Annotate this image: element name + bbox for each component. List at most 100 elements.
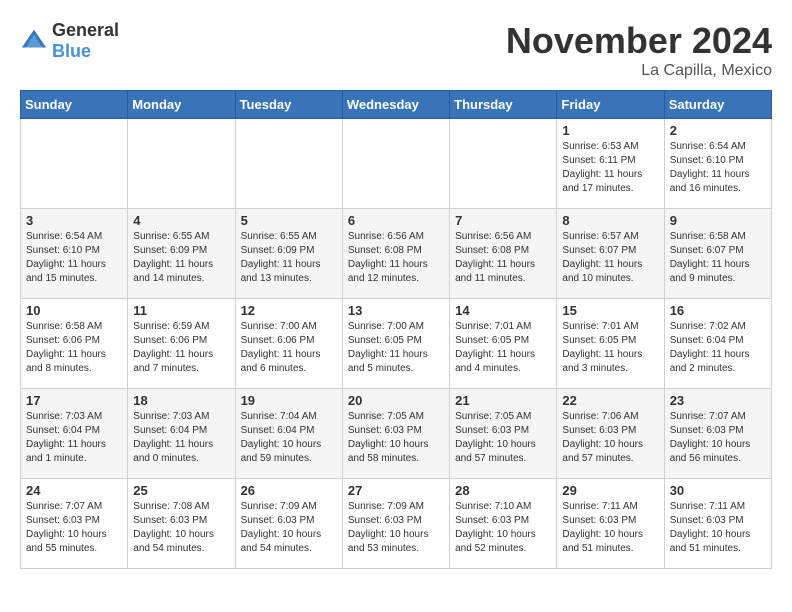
day-info: Sunrise: 7:09 AM Sunset: 6:03 PM Dayligh… — [241, 500, 337, 556]
week-row-1: 1Sunrise: 6:53 AM Sunset: 6:11 PM Daylig… — [21, 119, 772, 209]
day-info: Sunrise: 7:01 AM Sunset: 6:05 PM Dayligh… — [562, 320, 658, 376]
day-number: 19 — [241, 393, 337, 408]
calendar-cell: 11 Sunrise: 6:59 AM Sunset: 6:06 PM Dayli… — [128, 299, 235, 389]
day-info: Sunrise: 6:58 AM Sunset: 6:07 PM Dayligh… — [670, 230, 766, 286]
day-number: 17 — [26, 393, 122, 408]
calendar-cell: 18 Sunrise: 7:03 AM Sunset: 6:04 PM Dayli… — [128, 389, 235, 479]
day-number: 29 — [562, 483, 658, 498]
week-row-2: 3 Sunrise: 6:54 AM Sunset: 6:10 PM Daylig… — [21, 209, 772, 299]
day-number: 27 — [348, 483, 444, 498]
day-number: 6 — [348, 213, 444, 228]
header-row: SundayMondayTuesdayWednesdayThursdayFrid… — [21, 91, 772, 119]
calendar-cell — [450, 119, 557, 209]
day-info: Sunrise: 6:54 AM Sunset: 6:10 PM Dayligh… — [670, 140, 766, 196]
logo-blue: Blue — [52, 41, 91, 61]
logo-general: General — [52, 20, 119, 40]
location: La Capilla, Mexico — [506, 62, 772, 80]
day-info: Sunrise: 6:58 AM Sunset: 6:06 PM Dayligh… — [26, 320, 122, 376]
calendar-cell: 14 Sunrise: 7:01 AM Sunset: 6:05 PM Dayli… — [450, 299, 557, 389]
header-cell-saturday: Saturday — [664, 91, 771, 119]
day-number: 22 — [562, 393, 658, 408]
day-info: Sunrise: 7:03 AM Sunset: 6:04 PM Dayligh… — [133, 410, 229, 466]
day-info: Sunrise: 7:11 AM Sunset: 6:03 PM Dayligh… — [670, 500, 766, 556]
day-number: 2 — [670, 123, 766, 138]
logo-icon — [20, 27, 48, 55]
calendar-cell: 2 Sunrise: 6:54 AM Sunset: 6:10 PM Daylig… — [664, 119, 771, 209]
calendar-cell: 16Sunrise: 7:02 AM Sunset: 6:04 PM Dayli… — [664, 299, 771, 389]
day-info: Sunrise: 6:56 AM Sunset: 6:08 PM Dayligh… — [455, 230, 551, 286]
calendar-cell: 19 Sunrise: 7:04 AM Sunset: 6:04 PM Dayli… — [235, 389, 342, 479]
day-info: Sunrise: 7:04 AM Sunset: 6:04 PM Dayligh… — [241, 410, 337, 466]
calendar-cell: 21 Sunrise: 7:05 AM Sunset: 6:03 PM Dayli… — [450, 389, 557, 479]
calendar-cell: 8 Sunrise: 6:57 AM Sunset: 6:07 PM Daylig… — [557, 209, 664, 299]
calendar-table: SundayMondayTuesdayWednesdayThursdayFrid… — [20, 90, 772, 569]
title-block: November 2024 La Capilla, Mexico — [506, 20, 772, 80]
day-info: Sunrise: 7:05 AM Sunset: 6:03 PM Dayligh… — [348, 410, 444, 466]
header-cell-wednesday: Wednesday — [342, 91, 449, 119]
day-number: 26 — [241, 483, 337, 498]
day-number: 4 — [133, 213, 229, 228]
calendar-cell: 23 Sunrise: 7:07 AM Sunset: 6:03 PM Dayli… — [664, 389, 771, 479]
day-info: Sunrise: 7:06 AM Sunset: 6:03 PM Dayligh… — [562, 410, 658, 466]
calendar-cell: 27 Sunrise: 7:09 AM Sunset: 6:03 PM Dayli… — [342, 479, 449, 569]
calendar-cell: 25Sunrise: 7:08 AM Sunset: 6:03 PM Dayli… — [128, 479, 235, 569]
day-info: Sunrise: 7:08 AM Sunset: 6:03 PM Dayligh… — [133, 500, 229, 556]
day-number: 5 — [241, 213, 337, 228]
calendar-cell: 15 Sunrise: 7:01 AM Sunset: 6:05 PM Dayli… — [557, 299, 664, 389]
day-info: Sunrise: 6:56 AM Sunset: 6:08 PM Dayligh… — [348, 230, 444, 286]
day-info: Sunrise: 6:57 AM Sunset: 6:07 PM Dayligh… — [562, 230, 658, 286]
week-row-4: 17 Sunrise: 7:03 AM Sunset: 6:04 PM Dayli… — [21, 389, 772, 479]
calendar-cell: 13 Sunrise: 7:00 AM Sunset: 6:05 PM Dayli… — [342, 299, 449, 389]
header-cell-sunday: Sunday — [21, 91, 128, 119]
calendar-cell: 10Sunrise: 6:58 AM Sunset: 6:06 PM Dayli… — [21, 299, 128, 389]
day-number: 15 — [562, 303, 658, 318]
calendar-cell — [235, 119, 342, 209]
day-number: 23 — [670, 393, 766, 408]
day-info: Sunrise: 7:00 AM Sunset: 6:05 PM Dayligh… — [348, 320, 444, 376]
day-number: 7 — [455, 213, 551, 228]
day-number: 3 — [26, 213, 122, 228]
day-info: Sunrise: 6:59 AM Sunset: 6:06 PM Dayligh… — [133, 320, 229, 376]
day-number: 9 — [670, 213, 766, 228]
header-cell-friday: Friday — [557, 91, 664, 119]
day-number: 11 — [133, 303, 229, 318]
logo: General Blue — [20, 20, 119, 62]
day-info: Sunrise: 7:05 AM Sunset: 6:03 PM Dayligh… — [455, 410, 551, 466]
calendar-cell: 9 Sunrise: 6:58 AM Sunset: 6:07 PM Daylig… — [664, 209, 771, 299]
calendar-cell — [128, 119, 235, 209]
calendar-cell: 26 Sunrise: 7:09 AM Sunset: 6:03 PM Dayli… — [235, 479, 342, 569]
day-number: 30 — [670, 483, 766, 498]
calendar-cell: 20Sunrise: 7:05 AM Sunset: 6:03 PM Dayli… — [342, 389, 449, 479]
day-number: 24 — [26, 483, 122, 498]
day-number: 8 — [562, 213, 658, 228]
day-number: 28 — [455, 483, 551, 498]
header-cell-thursday: Thursday — [450, 91, 557, 119]
day-info: Sunrise: 7:09 AM Sunset: 6:03 PM Dayligh… — [348, 500, 444, 556]
day-info: Sunrise: 7:10 AM Sunset: 6:03 PM Dayligh… — [455, 500, 551, 556]
day-info: Sunrise: 7:01 AM Sunset: 6:05 PM Dayligh… — [455, 320, 551, 376]
day-number: 12 — [241, 303, 337, 318]
calendar-cell: 28 Sunrise: 7:10 AM Sunset: 6:03 PM Dayli… — [450, 479, 557, 569]
calendar-cell: 22 Sunrise: 7:06 AM Sunset: 6:03 PM Dayli… — [557, 389, 664, 479]
day-info: Sunrise: 6:53 AM Sunset: 6:11 PM Dayligh… — [562, 140, 658, 196]
day-number: 21 — [455, 393, 551, 408]
month-title: November 2024 — [506, 20, 772, 62]
day-info: Sunrise: 7:00 AM Sunset: 6:06 PM Dayligh… — [241, 320, 337, 376]
calendar-header: SundayMondayTuesdayWednesdayThursdayFrid… — [21, 91, 772, 119]
calendar-cell: 29Sunrise: 7:11 AM Sunset: 6:03 PM Dayli… — [557, 479, 664, 569]
calendar-cell: 7 Sunrise: 6:56 AM Sunset: 6:08 PM Daylig… — [450, 209, 557, 299]
day-info: Sunrise: 6:54 AM Sunset: 6:10 PM Dayligh… — [26, 230, 122, 286]
calendar-cell — [21, 119, 128, 209]
day-info: Sunrise: 7:03 AM Sunset: 6:04 PM Dayligh… — [26, 410, 122, 466]
day-number: 18 — [133, 393, 229, 408]
day-number: 13 — [348, 303, 444, 318]
day-number: 14 — [455, 303, 551, 318]
calendar-cell — [342, 119, 449, 209]
calendar-cell: 5Sunrise: 6:55 AM Sunset: 6:09 PM Daylig… — [235, 209, 342, 299]
week-row-5: 24Sunrise: 7:07 AM Sunset: 6:03 PM Dayli… — [21, 479, 772, 569]
day-info: Sunrise: 7:07 AM Sunset: 6:03 PM Dayligh… — [670, 410, 766, 466]
calendar-body: 1Sunrise: 6:53 AM Sunset: 6:11 PM Daylig… — [21, 119, 772, 569]
calendar-cell: 12 Sunrise: 7:00 AM Sunset: 6:06 PM Dayli… — [235, 299, 342, 389]
day-info: Sunrise: 6:55 AM Sunset: 6:09 PM Dayligh… — [133, 230, 229, 286]
day-number: 16 — [670, 303, 766, 318]
